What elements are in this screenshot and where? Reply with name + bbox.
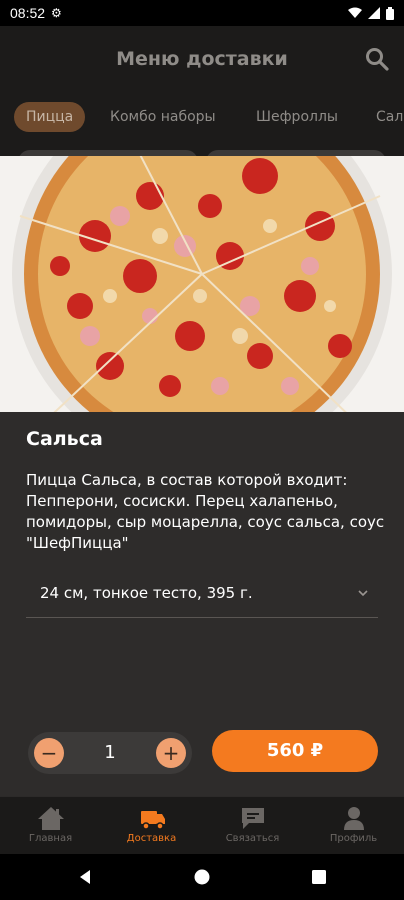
home-button-icon[interactable] — [193, 868, 211, 886]
product-image — [0, 156, 404, 412]
variant-select[interactable]: 24 см, тонкое тесто, 395 г. — [26, 568, 378, 618]
wifi-icon — [348, 7, 362, 18]
quantity-value: 1 — [104, 742, 116, 763]
nav-label-profile: Профиль — [329, 833, 378, 844]
status-time: 08:52 — [10, 5, 46, 21]
nav-item-contact[interactable]: Связаться — [202, 797, 303, 855]
delivery-truck-icon — [140, 811, 165, 830]
add-to-cart-button[interactable]: 560 ₽ — [212, 730, 378, 772]
category-tabs: Пицца Комбо наборы Шефроллы Сал — [0, 94, 404, 144]
bottom-navigation: Главная Доставка Связаться Профиль — [0, 796, 404, 854]
nav-label-delivery: Доставка — [126, 833, 177, 844]
tab-salads[interactable]: Сал — [376, 102, 403, 132]
quantity-stepper: − 1 + — [28, 732, 192, 774]
chat-icon — [241, 808, 264, 829]
product-description: Пицца Сальса, в состав которой входит: П… — [26, 471, 385, 552]
purchase-controls: − 1 + 560 ₽ — [0, 724, 404, 786]
increase-quantity-button[interactable]: + — [156, 738, 186, 768]
battery-icon — [386, 6, 394, 20]
home-icon — [37, 807, 64, 830]
tab-pizza[interactable]: Пицца — [14, 102, 86, 132]
nav-item-profile[interactable]: Профиль — [303, 797, 404, 855]
profile-icon — [343, 807, 364, 830]
chevron-down-icon — [358, 589, 368, 596]
nav-label-contact: Связаться — [225, 833, 280, 844]
tab-combo[interactable]: Комбо наборы — [110, 102, 216, 132]
page-title: Меню доставки — [116, 48, 288, 70]
back-icon[interactable] — [76, 868, 94, 886]
nav-label-home: Главная — [28, 833, 73, 844]
settings-gear-icon: ⚙ — [51, 6, 62, 20]
variant-value: 24 см, тонкое тесто, 395 г. — [40, 583, 253, 602]
status-icons — [348, 6, 394, 20]
recents-icon[interactable] — [310, 868, 328, 886]
system-navigation-bar — [0, 854, 404, 900]
signal-icon — [368, 7, 380, 19]
tab-chefrolls[interactable]: Шефроллы — [256, 102, 338, 132]
search-icon[interactable] — [364, 46, 390, 72]
nav-item-home[interactable]: Главная — [0, 797, 101, 855]
decrease-quantity-button[interactable]: − — [34, 738, 64, 768]
nav-item-delivery[interactable]: Доставка — [101, 797, 202, 855]
app-header: Меню доставки — [0, 26, 404, 94]
product-sheet: Сальса Пицца Сальса, в состав которой вх… — [0, 156, 404, 796]
product-name: Сальса — [26, 428, 103, 450]
pizza-image — [0, 156, 404, 412]
status-bar: 08:52 ⚙ — [0, 0, 404, 26]
